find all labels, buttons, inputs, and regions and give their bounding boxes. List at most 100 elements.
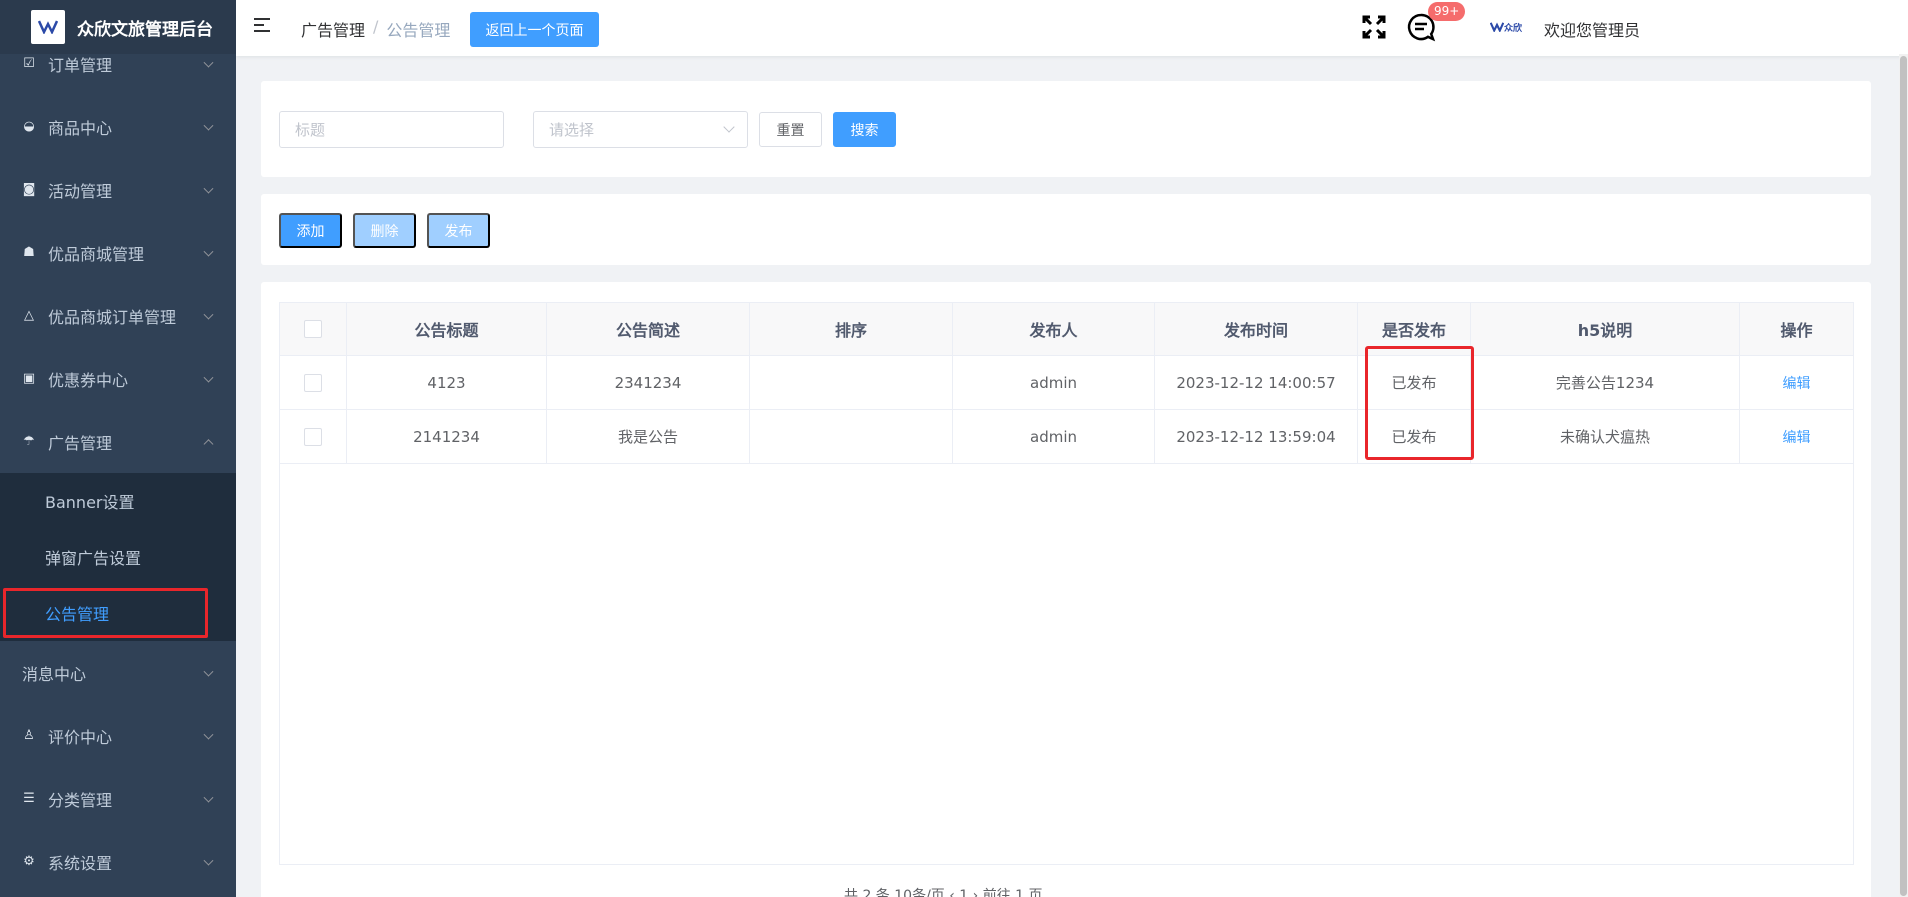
sidebar-item-label: 优品商城管理	[48, 244, 145, 264]
cell-h5: 未确认犬瘟热	[1471, 410, 1740, 463]
column-header: 公告标题	[347, 303, 547, 355]
back-button[interactable]: 返回上一个页面	[470, 12, 599, 47]
sidebar-item-mall[interactable]: ☗ 优品商城管理	[0, 221, 236, 284]
cell-publisher: admin	[953, 356, 1155, 409]
coupon-icon: ▣	[22, 371, 36, 386]
cell-title: 4123	[347, 356, 547, 409]
toolbar-card: 添加 删除 发布	[261, 194, 1871, 265]
column-header: 是否发布	[1358, 303, 1471, 355]
sidebar-subitem-label: 弹窗广告设置	[45, 549, 142, 568]
column-header: h5说明	[1471, 303, 1740, 355]
sidebar-subitem-popup-ads[interactable]: 弹窗广告设置	[0, 529, 236, 585]
announcement-table: 公告标题 公告简述 排序 发布人 发布时间 是否发布 h5说明 操作 4123 …	[279, 302, 1854, 865]
sidebar-item-ads[interactable]: ☂ 广告管理	[0, 410, 236, 473]
user-icon: ♙	[23, 728, 35, 743]
chevron-down-icon	[203, 309, 214, 320]
select-all-checkbox[interactable]	[304, 320, 322, 338]
row-checkbox[interactable]	[304, 427, 322, 446]
column-header: 排序	[750, 303, 953, 355]
sidebar-item-categories[interactable]: ☰ 分类管理	[0, 767, 236, 830]
cell-time: 2023-12-12 14:00:57	[1155, 356, 1358, 409]
sidebar-item-coupons[interactable]: ▣ 优惠券中心	[0, 347, 236, 410]
sidebar-item-mall-orders[interactable]: △ 优品商城订单管理	[0, 284, 236, 347]
chevron-down-icon	[203, 855, 214, 866]
sidebar-subitem-announcements[interactable]: 公告管理	[0, 585, 236, 641]
chevron-down-icon	[723, 121, 735, 133]
page-scrollbar[interactable]	[1899, 54, 1908, 897]
search-card: 标题 请选择 重置 搜索	[261, 81, 1871, 177]
table-row[interactable]: 4123 2341234 admin 2023-12-12 14:00:57 已…	[280, 356, 1853, 410]
cell-status: 已发布	[1358, 410, 1471, 463]
breadcrumb: 广告管理 / 公告管理	[301, 17, 450, 41]
cell-h5: 完善公告1234	[1471, 356, 1740, 409]
cell-action: 编辑	[1740, 356, 1853, 409]
breadcrumb-item[interactable]: 广告管理	[301, 17, 365, 41]
gear-icon: ⚙	[23, 854, 35, 869]
avatar-text: 众欣	[1503, 23, 1522, 34]
sidebar-item-label: 分类管理	[48, 790, 113, 810]
sidebar-item-settings[interactable]: ⚙ 系统设置	[0, 830, 236, 893]
logo-mark-icon	[38, 20, 58, 34]
cell-sort	[750, 356, 953, 409]
sidebar-item-label: 广告管理	[48, 433, 113, 453]
breadcrumb-separator: /	[373, 17, 379, 36]
delete-button[interactable]: 删除	[353, 213, 416, 248]
column-header: 发布时间	[1155, 303, 1358, 355]
cell-publisher: admin	[953, 410, 1155, 463]
top-header: 广告管理 / 公告管理 返回上一个页面	[236, 0, 1908, 56]
edit-link[interactable]: 编辑	[1783, 373, 1811, 393]
umbrella-icon: ☂	[23, 434, 35, 449]
sidebar-item-activities[interactable]: ◙ 活动管理	[0, 158, 236, 221]
row-checkbox-cell	[280, 356, 347, 409]
cell-summary: 2341234	[547, 356, 750, 409]
chevron-down-icon	[203, 57, 214, 68]
sidebar-item-label: 优品商城订单管理	[48, 307, 177, 327]
app-logo-bar: 众欣文旅管理后台	[0, 0, 236, 54]
select-placeholder: 请选择	[549, 121, 595, 139]
sidebar-subitem-banner[interactable]: Banner设置	[0, 473, 236, 529]
sidebar: ☑ 订单管理 ◒ 商品中心 ◙ 活动管理 ☗ 优品商城管理 △ 优品商城订单管理 ▣ 优惠券…	[0, 0, 236, 897]
fullscreen-icon[interactable]	[1361, 14, 1387, 40]
sidebar-item-label: 活动管理	[48, 181, 113, 201]
welcome-text[interactable]: 欢迎您管理员	[1544, 17, 1640, 41]
sidebar-menu: ☑ 订单管理 ◒ 商品中心 ◙ 活动管理 ☗ 优品商城管理 △ 优品商城订单管理 ▣ 优惠券…	[0, 32, 236, 893]
chevron-down-icon	[203, 666, 214, 677]
reset-button[interactable]: 重置	[759, 112, 822, 147]
row-checkbox[interactable]	[304, 373, 322, 392]
table-row[interactable]: 2141234 我是公告 admin 2023-12-12 13:59:04 已…	[280, 410, 1853, 464]
sidebar-item-label: 订单管理	[48, 55, 113, 75]
sidebar-submenu-ads: Banner设置 弹窗广告设置 公告管理	[0, 473, 236, 641]
table-card: 公告标题 公告简述 排序 发布人 发布时间 是否发布 h5说明 操作 4123 …	[261, 282, 1871, 897]
row-checkbox-cell	[280, 410, 347, 463]
cell-action: 编辑	[1740, 410, 1853, 463]
sidebar-subitem-label: Banner设置	[45, 493, 135, 512]
check-square-icon: ☑	[23, 56, 35, 71]
bell-icon: △	[24, 308, 34, 323]
avatar[interactable]: 众欣	[1486, 17, 1526, 37]
breadcrumb-current: 公告管理	[386, 21, 451, 40]
sidebar-item-reviews[interactable]: ♙ 评价中心	[0, 704, 236, 767]
chevron-down-icon	[203, 120, 214, 131]
column-header: 操作	[1780, 321, 1813, 340]
column-header: 发布人	[953, 303, 1155, 355]
sidebar-item-label: 系统设置	[48, 853, 113, 873]
hamburger-icon[interactable]	[254, 18, 272, 34]
edit-link[interactable]: 编辑	[1783, 427, 1811, 447]
status-select[interactable]: 请选择	[533, 111, 748, 148]
chevron-down-icon	[203, 792, 214, 803]
app-title: 众欣文旅管理后台	[77, 19, 213, 40]
chevron-down-icon	[203, 246, 214, 257]
sidebar-item-label: 商品中心	[48, 118, 113, 138]
pagination[interactable]: 共 2 条 10条/页 ‹ 1 › 前往 1 页	[844, 885, 1043, 897]
sidebar-item-products[interactable]: ◒ 商品中心	[0, 95, 236, 158]
header-checkbox-cell	[280, 303, 347, 355]
cell-sort	[750, 410, 953, 463]
cell-title: 2141234	[347, 410, 547, 463]
sidebar-item-messages[interactable]: 消息中心	[0, 641, 236, 704]
bag-icon: ◒	[23, 119, 35, 134]
publish-button[interactable]: 发布	[427, 213, 490, 248]
logo-mark-icon	[1489, 22, 1504, 32]
search-button[interactable]: 搜索	[833, 112, 896, 147]
add-button[interactable]: 添加	[279, 213, 342, 248]
title-search-input[interactable]: 标题	[279, 111, 504, 148]
